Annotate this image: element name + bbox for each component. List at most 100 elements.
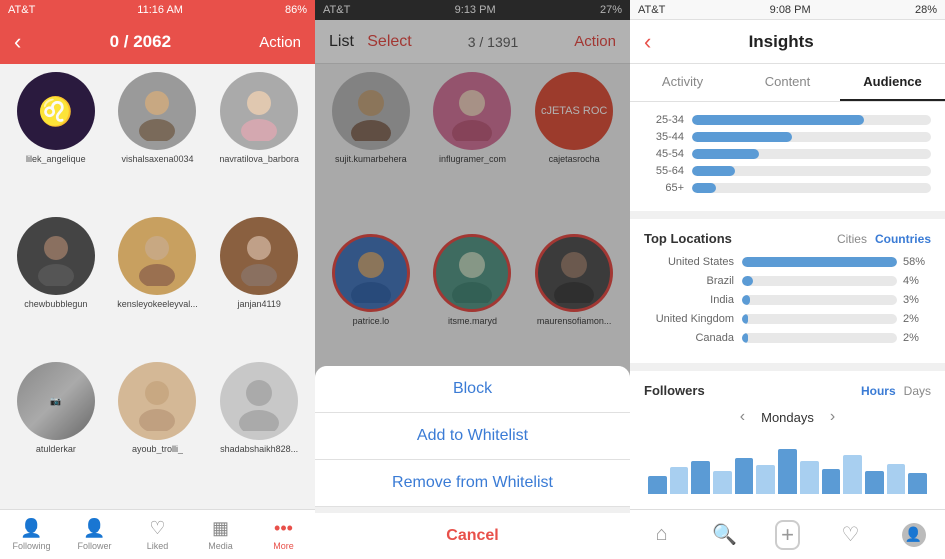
tab-cities[interactable]: Cities xyxy=(837,232,867,246)
tab-activity[interactable]: Activity xyxy=(630,64,735,101)
age-bar-bg xyxy=(692,166,931,176)
add-whitelist-button[interactable]: Add to Whitelist xyxy=(315,413,630,460)
tab-countries[interactable]: Countries xyxy=(875,232,931,246)
location-bar-fill xyxy=(742,295,750,305)
day-label: Mondays xyxy=(761,410,814,425)
panel-followers: AT&T 11:16 AM 86% ‹ 0 / 2062 Action ♌ li… xyxy=(0,0,315,559)
follower-icon: 👤 xyxy=(83,518,105,539)
footer-profile[interactable]: 👤 xyxy=(882,523,945,547)
insights-content: Activity Content Audience 25-34 35-44 45… xyxy=(630,64,945,509)
footer-add[interactable]: + xyxy=(756,520,819,550)
prev-day-button[interactable]: ‹ xyxy=(740,408,745,426)
home-icon: ⌂ xyxy=(655,523,667,546)
footer-liked[interactable]: ♡ Liked xyxy=(126,518,189,551)
action-button-1[interactable]: Action xyxy=(259,34,301,51)
list-item[interactable]: 📷 atulderkar xyxy=(8,362,104,501)
location-bar-fill xyxy=(742,333,748,343)
age-bar-fill xyxy=(692,115,864,125)
modal-overlay[interactable]: Block Add to Whitelist Remove from White… xyxy=(315,0,630,559)
footer-more[interactable]: ••• More xyxy=(252,518,315,551)
tl-header: Top Locations Cities Countries xyxy=(644,231,931,246)
top-locations-title: Top Locations xyxy=(644,231,732,246)
username-label: lilek_angelique xyxy=(26,154,86,164)
footer-media[interactable]: ▦ Media xyxy=(189,518,252,551)
location-row: United States 58% xyxy=(644,256,931,268)
age-label: 25-34 xyxy=(644,114,684,126)
panel1-title: 0 / 2062 xyxy=(110,32,171,52)
bar xyxy=(843,455,862,494)
add-icon: + xyxy=(775,520,800,550)
age-row: 45-54 xyxy=(644,148,931,160)
age-row: 65+ xyxy=(644,182,931,194)
list-item[interactable]: ayoub_trolli_ xyxy=(110,362,206,501)
list-item[interactable]: shadabshaikh828... xyxy=(211,362,307,501)
age-bar-fill xyxy=(692,132,792,142)
location-bar-fill xyxy=(742,276,753,286)
avatar xyxy=(220,217,298,295)
age-bar-bg xyxy=(692,115,931,125)
avatar: ♌ xyxy=(17,72,95,150)
location-bar-bg xyxy=(742,314,897,324)
tab-days[interactable]: Days xyxy=(904,384,931,398)
more-label: More xyxy=(273,541,294,551)
status-bar-1: AT&T 11:16 AM 86% xyxy=(0,0,315,20)
footer-home[interactable]: ⌂ xyxy=(630,523,693,546)
list-item[interactable]: vishalsaxena0034 xyxy=(110,72,206,211)
carrier-3: AT&T xyxy=(638,4,665,16)
footer-search[interactable]: 🔍 xyxy=(693,522,756,547)
location-pct: 2% xyxy=(903,313,931,325)
list-item[interactable]: ♌ lilek_angelique xyxy=(8,72,104,211)
person-icon xyxy=(127,371,187,431)
back-button-1[interactable]: ‹ xyxy=(14,29,21,55)
block-button[interactable]: Block xyxy=(315,366,630,413)
location-name: Brazil xyxy=(644,275,734,287)
time-3: 9:08 PM xyxy=(770,4,811,16)
next-day-button[interactable]: › xyxy=(830,408,835,426)
panel3-header: ‹ Insights xyxy=(630,20,945,64)
footer-follower[interactable]: 👤 Follower xyxy=(63,518,126,551)
location-name: India xyxy=(644,294,734,306)
bar xyxy=(908,473,927,494)
avatar xyxy=(17,217,95,295)
insights-tabs: Activity Content Audience xyxy=(630,64,945,102)
location-bar-fill xyxy=(742,257,897,267)
panel-list-select: AT&T 9:13 PM 27% List Select 3 / 1391 Ac… xyxy=(315,0,630,559)
footer-following[interactable]: 👤 Following xyxy=(0,518,63,551)
avatar xyxy=(118,362,196,440)
age-row: 25-34 xyxy=(644,114,931,126)
media-label: Media xyxy=(208,541,233,551)
avatar xyxy=(220,362,298,440)
remove-whitelist-button[interactable]: Remove from Whitelist xyxy=(315,460,630,507)
search-icon: 🔍 xyxy=(712,522,737,547)
age-label: 55-64 xyxy=(644,165,684,177)
bar xyxy=(713,471,732,494)
cancel-button[interactable]: Cancel xyxy=(315,513,630,559)
bar xyxy=(865,471,884,494)
age-groups-section: 25-34 35-44 45-54 55-64 xyxy=(630,102,945,211)
age-bar-bg xyxy=(692,149,931,159)
location-name: Canada xyxy=(644,332,734,344)
tab-hours[interactable]: Hours xyxy=(861,384,896,398)
profile-icon: 👤 xyxy=(902,523,926,547)
age-bar-bg xyxy=(692,132,931,142)
footer-likes[interactable]: ♡ xyxy=(819,522,882,547)
list-item[interactable]: kensleyokeeleyval... xyxy=(110,217,206,356)
battery-3: 28% xyxy=(915,4,937,16)
panel1-footer: 👤 Following 👤 Follower ♡ Liked ▦ Media •… xyxy=(0,509,315,559)
day-nav: ‹ Mondays › xyxy=(644,408,931,426)
list-item[interactable]: janjan4119 xyxy=(211,217,307,356)
tab-audience[interactable]: Audience xyxy=(840,64,945,101)
tab-content[interactable]: Content xyxy=(735,64,840,101)
location-pct: 4% xyxy=(903,275,931,287)
location-bar-bg xyxy=(742,333,897,343)
list-item[interactable]: chewbubblegun xyxy=(8,217,104,356)
age-bar-fill xyxy=(692,149,759,159)
username-label: ayoub_trolli_ xyxy=(132,444,183,454)
bar xyxy=(735,458,754,494)
person-icon xyxy=(127,226,187,286)
list-item[interactable]: navratilova_barbora xyxy=(211,72,307,211)
followers-title: Followers xyxy=(644,383,705,398)
back-button-3[interactable]: ‹ xyxy=(644,29,651,55)
media-icon: ▦ xyxy=(212,518,229,539)
follower-label: Follower xyxy=(77,541,111,551)
